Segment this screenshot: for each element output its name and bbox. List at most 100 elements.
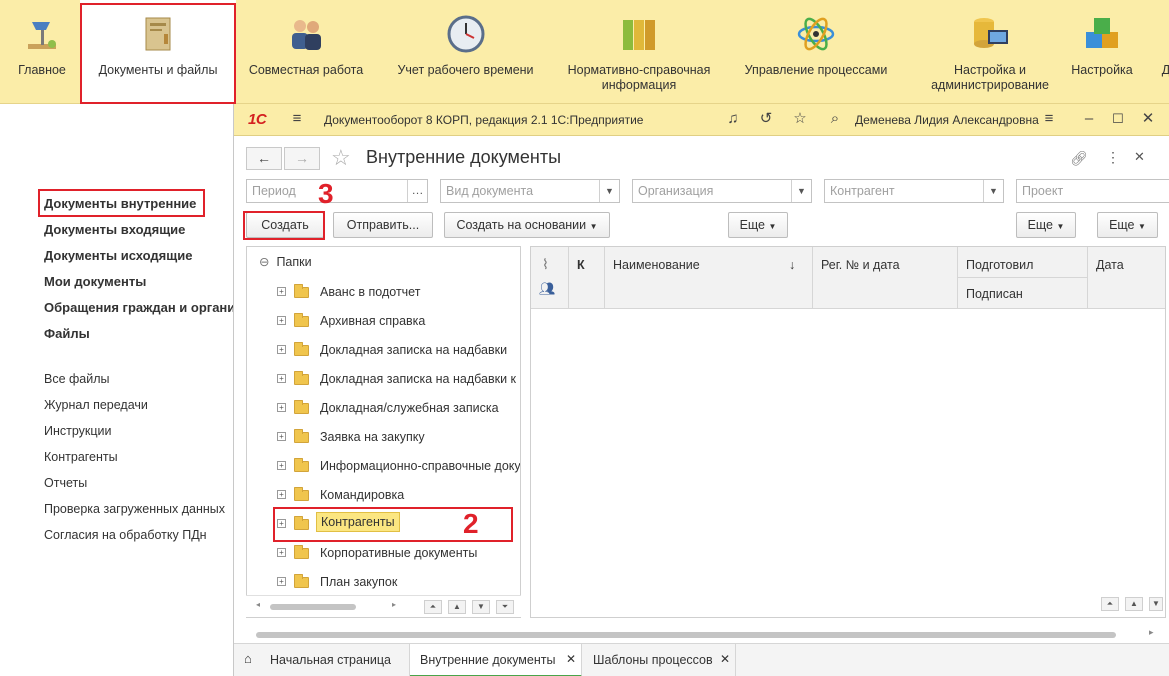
create-based-button[interactable]: Создать на основании ▼: [444, 212, 610, 238]
tab-internal-docs[interactable]: Внутренние документы ✕: [410, 644, 582, 676]
menu-icon[interactable]: ≡: [288, 110, 306, 128]
main-horizontal-scrollbar[interactable]: ▸: [256, 627, 1162, 640]
nav-reports[interactable]: Отчеты: [44, 476, 87, 490]
organization-filter[interactable]: Организация ▼: [632, 179, 812, 203]
scroll-right-icon[interactable]: ▸: [1149, 627, 1154, 638]
scroll-right-icon[interactable]: ▸: [392, 600, 396, 609]
section-collaboration[interactable]: Совместная работа: [240, 0, 372, 103]
chevron-down-icon[interactable]: ▼: [983, 180, 1003, 202]
tree-item[interactable]: + Командировка: [247, 482, 520, 510]
expand-icon[interactable]: +: [277, 316, 286, 325]
settings-lines-icon[interactable]: ≡: [1040, 110, 1058, 128]
scroll-thumb[interactable]: [270, 604, 356, 610]
expand-icon[interactable]: +: [277, 548, 286, 557]
nav-files[interactable]: Файлы: [44, 326, 90, 341]
minimize-icon[interactable]: –: [1080, 110, 1098, 128]
counterparty-filter[interactable]: Контрагент ▼: [824, 179, 1004, 203]
expand-icon[interactable]: +: [277, 287, 286, 296]
forward-button[interactable]: →: [284, 147, 320, 170]
nav-appeals[interactable]: Обращения граждан и органи: [44, 300, 233, 315]
col-reg[interactable]: Рег. № и дата: [813, 247, 958, 309]
nav-my-docs[interactable]: Мои документы: [44, 274, 146, 289]
collapse-icon[interactable]: ⊖: [259, 255, 269, 269]
link-icon[interactable]: 🔗︎: [1070, 150, 1088, 167]
nav-incoming-docs[interactable]: Документы входящие: [44, 222, 185, 237]
nav-internal-docs[interactable]: Документы внутренние: [44, 196, 196, 211]
col-date[interactable]: Дата: [1088, 247, 1165, 309]
col-signed[interactable]: Подписан: [958, 278, 1088, 309]
create-button[interactable]: Создать: [246, 212, 324, 238]
col-name[interactable]: Наименование ↓: [605, 247, 813, 309]
nav-counterparties[interactable]: Контрагенты: [44, 450, 118, 464]
tree-item[interactable]: + Информационно-справочные доку: [247, 453, 520, 481]
expand-icon[interactable]: +: [277, 577, 286, 586]
tree-item[interactable]: + Заявка на закупку: [247, 424, 520, 452]
project-filter[interactable]: Проект: [1016, 179, 1169, 203]
more-button-list[interactable]: Еще ▼: [1016, 212, 1076, 238]
col-attachments[interactable]: ⌇ 👥︎: [531, 247, 569, 309]
nav-transfer-log[interactable]: Журнал передачи: [44, 398, 148, 412]
tab-home[interactable]: ⌂ Начальная страница: [234, 644, 410, 676]
tree-item[interactable]: + Докладная/служебная записка: [247, 395, 520, 423]
tree-item[interactable]: + Корпоративные документы: [247, 540, 520, 568]
tab-close-icon[interactable]: ✕: [566, 652, 576, 666]
expand-icon[interactable]: +: [277, 345, 286, 354]
expand-icon[interactable]: +: [277, 432, 286, 441]
search-icon[interactable]: ⌕: [826, 110, 844, 128]
tab-process-templates[interactable]: Шаблоны процессов ✕: [582, 644, 736, 676]
scroll-thumb[interactable]: [256, 632, 1116, 638]
close-icon[interactable]: ✕: [1139, 110, 1157, 128]
period-filter[interactable]: Период …: [246, 179, 428, 203]
move-down-icon[interactable]: ▼: [1149, 597, 1163, 611]
section-processes[interactable]: Управление процессами: [735, 0, 897, 103]
more-button-tree[interactable]: Еще ▼: [728, 212, 788, 238]
tab-close-icon[interactable]: ✕: [720, 652, 730, 666]
send-button[interactable]: Отправить...: [333, 212, 433, 238]
section-reference[interactable]: Нормативно-справочная информация: [558, 0, 720, 103]
nav-pd-consents[interactable]: Согласия на обработку ПДн: [44, 528, 207, 542]
expand-icon[interactable]: +: [277, 519, 286, 528]
nav-instructions[interactable]: Инструкции: [44, 424, 112, 438]
doc-type-filter[interactable]: Вид документа ▼: [440, 179, 620, 203]
more-button-form[interactable]: Еще ▼: [1097, 212, 1158, 238]
expand-icon[interactable]: +: [277, 490, 286, 499]
tree-item[interactable]: + Докладная записка на надбавки: [247, 337, 520, 365]
period-select-icon[interactable]: …: [407, 180, 427, 202]
section-documents[interactable]: Документы и файлы: [80, 0, 236, 103]
favorite-star-icon[interactable]: ☆: [331, 145, 351, 171]
tree-item[interactable]: + Аванс в подотчет: [247, 279, 520, 307]
tree-item[interactable]: + План закупок: [247, 569, 520, 597]
tree-item[interactable]: + Докладная записка на надбавки к: [247, 366, 520, 394]
move-top-icon[interactable]: ⏶: [424, 600, 442, 614]
move-top-icon[interactable]: ⏶: [1101, 597, 1119, 611]
col-k[interactable]: К: [569, 247, 605, 309]
tree-item-selected[interactable]: + Контрагенты: [247, 511, 520, 539]
nav-outgoing-docs[interactable]: Документы исходящие: [44, 248, 192, 263]
star-icon[interactable]: ☆: [791, 110, 809, 128]
move-down-icon[interactable]: ▼: [472, 600, 490, 614]
section-admin[interactable]: Настройка и администрирование: [920, 0, 1060, 103]
section-main[interactable]: Главное: [8, 0, 76, 103]
scroll-left-icon[interactable]: ◂: [256, 600, 260, 609]
expand-icon[interactable]: +: [277, 461, 286, 470]
chevron-down-icon[interactable]: ▼: [599, 180, 619, 202]
section-settings[interactable]: Настройка: [1066, 0, 1138, 103]
move-up-icon[interactable]: ▲: [1125, 597, 1143, 611]
expand-icon[interactable]: +: [277, 374, 286, 383]
move-bottom-icon[interactable]: ⏷: [496, 600, 514, 614]
user-name[interactable]: Деменева Лидия Александровна: [855, 113, 1039, 127]
more-vertical-icon[interactable]: ⋮: [1106, 149, 1120, 166]
history-icon[interactable]: ↺: [757, 110, 775, 128]
bell-icon[interactable]: ♫: [724, 110, 742, 128]
expand-icon[interactable]: +: [277, 403, 286, 412]
move-up-icon[interactable]: ▲: [448, 600, 466, 614]
back-button[interactable]: ←: [246, 147, 282, 170]
tree-root[interactable]: ⊖ Папки: [259, 254, 312, 269]
nav-all-files[interactable]: Все файлы: [44, 372, 110, 386]
maximize-icon[interactable]: ☐: [1109, 110, 1127, 128]
chevron-down-icon[interactable]: ▼: [791, 180, 811, 202]
col-prepared[interactable]: Подготовил: [958, 247, 1088, 278]
section-more[interactable]: Д: [1156, 0, 1169, 103]
nav-data-check[interactable]: Проверка загруженных данных: [44, 502, 233, 516]
form-close-icon[interactable]: ✕: [1134, 149, 1145, 165]
